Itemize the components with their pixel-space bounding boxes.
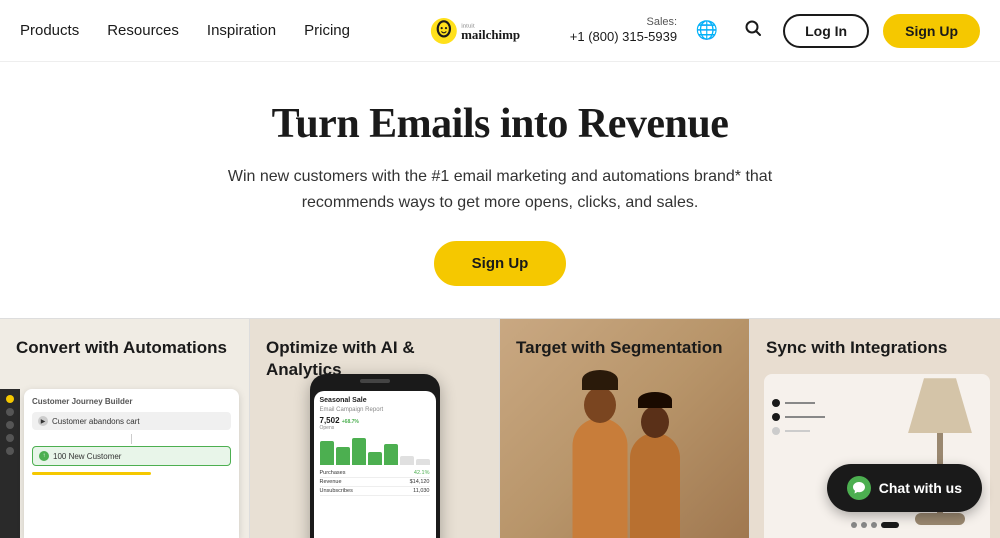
trigger-icon: ▶ — [38, 416, 48, 426]
phone-campaign-title: Seasonal Sale — [320, 397, 430, 404]
card-ai-analytics: Optimize with AI & Analytics Seasonal Sa… — [250, 319, 500, 538]
phone-mockup: Seasonal Sale Email Campaign Report 7,50… — [310, 374, 440, 538]
nav-left: Products Resources Inspiration Pricing — [20, 22, 350, 39]
hero-section: Turn Emails into Revenue Win new custome… — [0, 62, 1000, 318]
phone-screen: Seasonal Sale Email Campaign Report 7,50… — [314, 391, 436, 538]
search-button[interactable] — [737, 15, 769, 47]
sidebar-dot — [6, 395, 14, 403]
metric-value: 42.1% — [414, 470, 430, 476]
globe-icon: 🌐 — [696, 20, 718, 41]
metric-label: Unsubscribes — [320, 488, 353, 494]
metric-row: Revenue $14,120 — [320, 478, 430, 487]
card-integrations-title: Sync with Integrations — [766, 337, 990, 359]
metric-label: Purchases — [320, 470, 346, 476]
login-button[interactable]: Log In — [783, 14, 869, 48]
nav-item-products[interactable]: Products — [20, 22, 79, 39]
sidebar-dot — [6, 408, 14, 416]
card-automations-title: Convert with Automations — [16, 337, 239, 359]
metric-label: Revenue — [320, 479, 342, 485]
journey-row-2: ↑ 100 New Customer — [32, 446, 231, 466]
lamp-base-foot — [915, 513, 965, 525]
sales-label: Sales: — [570, 15, 677, 29]
lamp — [900, 378, 980, 538]
chat-button[interactable]: Chat with us — [827, 464, 982, 512]
logo[interactable]: intuit mailchimp — [428, 13, 572, 49]
card-automations: Convert with Automations Customer Journe… — [0, 319, 250, 538]
search-icon — [744, 19, 762, 42]
journey-row-label-2: 100 New Customer — [53, 452, 121, 461]
svg-text:mailchimp: mailchimp — [461, 26, 520, 41]
nav-item-inspiration[interactable]: Inspiration — [207, 22, 276, 39]
metric-value: 11,030 — [413, 488, 429, 494]
sales-number: +1 (800) 315-5939 — [570, 29, 677, 46]
card-segmentation-title: Target with Segmentation — [516, 337, 739, 359]
bar-chart — [320, 435, 430, 465]
journey-sidebar — [0, 389, 20, 538]
hero-signup-button[interactable]: Sign Up — [434, 241, 567, 286]
hero-headline: Turn Emails into Revenue — [20, 100, 980, 148]
hero-subheadline: Win new customers with the #1 email mark… — [220, 164, 780, 215]
nav-item-pricing[interactable]: Pricing — [304, 22, 350, 39]
journey-row-1: ▶ Customer abandons cart — [32, 412, 231, 430]
card-segmentation: Target with Segmentation — [500, 319, 750, 538]
action-icon: ↑ — [39, 451, 49, 461]
nav-item-resources[interactable]: Resources — [107, 22, 179, 39]
globe-button[interactable]: 🌐 — [691, 15, 723, 47]
lamp-shade — [900, 378, 980, 433]
chat-label: Chat with us — [879, 480, 962, 496]
signup-button-header[interactable]: Sign Up — [883, 14, 980, 48]
header: Products Resources Inspiration Pricing i… — [0, 0, 1000, 62]
card-ai-title: Optimize with AI & Analytics — [266, 337, 489, 381]
sidebar-dot — [6, 434, 14, 442]
journey-row-label: Customer abandons cart — [52, 417, 140, 426]
sidebar-dot — [6, 421, 14, 429]
sidebar-dot — [6, 447, 14, 455]
sales-info: Sales: +1 (800) 315-5939 — [570, 15, 677, 46]
chat-icon — [847, 476, 871, 500]
mailchimp-logo-icon: intuit mailchimp — [428, 13, 572, 49]
metric-value: $14,120 — [410, 479, 430, 485]
phone-metrics: Purchases 42.1% Revenue $14,120 Unsubscr… — [320, 469, 430, 496]
journey-header: Customer Journey Builder — [32, 397, 231, 406]
nav-right: Sales: +1 (800) 315-5939 🌐 Log In Sign U… — [570, 14, 980, 48]
journey-builder-mock: Customer Journey Builder ▶ Customer aban… — [24, 389, 239, 538]
metric-row: Unsubscribes 11,030 — [320, 487, 430, 496]
metric-row: Purchases 42.1% — [320, 469, 430, 478]
